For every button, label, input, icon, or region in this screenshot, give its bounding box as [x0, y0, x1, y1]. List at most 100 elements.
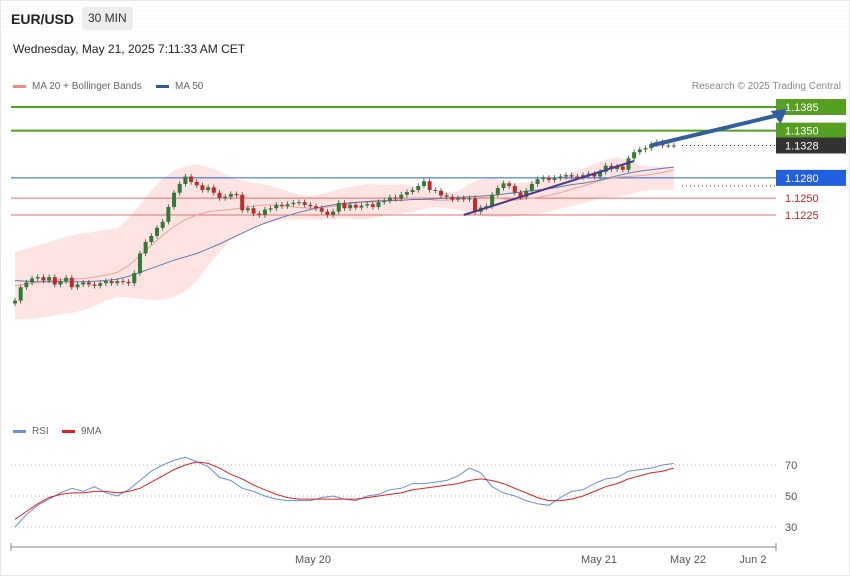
candle-body: [461, 198, 466, 200]
time-tick-label: May 20: [295, 554, 331, 566]
candle-body: [166, 206, 171, 222]
candle-body: [120, 281, 125, 283]
candle-body: [637, 149, 642, 153]
candle-body: [308, 204, 313, 207]
bollinger-band: [15, 157, 674, 320]
candle-body: [552, 177, 557, 180]
candle-body: [109, 281, 114, 284]
candle-body: [206, 187, 211, 191]
candle-body: [444, 195, 449, 197]
candle-body: [126, 281, 131, 284]
candle-body: [47, 277, 52, 281]
candle-body: [643, 148, 648, 150]
candle-body: [404, 192, 409, 195]
candle-body: [262, 209, 267, 215]
candle-body: [189, 176, 194, 182]
candle: [671, 142, 676, 149]
candle-body: [268, 208, 273, 210]
candle-body: [473, 198, 478, 212]
candle-body: [285, 204, 290, 207]
candle-body: [314, 206, 319, 209]
candle-body: [370, 204, 375, 207]
level-label-1.1225: 1.1225: [785, 210, 819, 222]
candle-body: [41, 277, 46, 281]
level-label-1.1350: 1.1350: [785, 126, 819, 138]
candle-body: [257, 213, 262, 215]
candle-body: [103, 281, 108, 284]
candle-body: [143, 242, 148, 254]
candle-body: [507, 183, 512, 186]
candle-body: [416, 185, 421, 191]
time-tick-label: May 22: [670, 554, 706, 566]
candle-body: [620, 166, 625, 170]
candle-body: [137, 253, 142, 274]
price-chart: 1.1385 1.1350 1.1328 1.1280 1.1250 1.1225 30 5…: [10, 99, 846, 566]
candle-body: [132, 273, 137, 284]
bollinger-layer: [15, 157, 674, 320]
level-label-1.1385: 1.1385: [785, 102, 819, 114]
candle-body: [52, 277, 57, 285]
candle-body: [393, 197, 398, 199]
candle-body: [183, 176, 188, 184]
rsi-layer: 30 50 70: [11, 456, 797, 534]
candle-body: [495, 188, 500, 195]
candle-body: [456, 198, 461, 200]
candle-body: [535, 179, 540, 184]
candle-body: [75, 284, 80, 288]
time-tick-label: Jun 2: [740, 554, 767, 566]
candle-body: [399, 194, 404, 199]
candle-body: [297, 202, 301, 204]
candle: [421, 178, 426, 189]
candle-body: [223, 196, 228, 199]
candle-body: [632, 152, 637, 159]
candle-body: [439, 190, 443, 196]
candle-body: [569, 175, 574, 177]
rsi-tick-30: 30: [785, 522, 797, 534]
candle-body: [302, 202, 307, 205]
candle-body: [563, 175, 568, 177]
candle-body: [64, 277, 69, 282]
candle: [637, 146, 642, 155]
candle-body: [376, 202, 381, 207]
candle-body: [410, 190, 415, 193]
candle-body: [336, 202, 341, 212]
candle-body: [194, 181, 199, 186]
level-label-current: 1.1328: [785, 140, 819, 152]
candle-body: [58, 281, 63, 285]
level-label-1.1280: 1.1280: [785, 173, 819, 185]
rsi-tick-50: 50: [785, 491, 797, 503]
candle-body: [331, 211, 336, 215]
candle-body: [387, 197, 392, 201]
candle-body: [365, 204, 370, 206]
candle-body: [160, 221, 165, 228]
candle: [643, 145, 648, 153]
candle-body: [155, 227, 159, 236]
level-label-1.1250: 1.1250: [785, 193, 819, 205]
candle-body: [35, 277, 40, 279]
candle-body: [359, 205, 364, 208]
candle-body: [177, 183, 182, 193]
candle-body: [467, 198, 472, 200]
rsi-tick-70: 70: [785, 460, 797, 472]
candle-body: [240, 194, 245, 211]
candle-body: [217, 192, 222, 199]
candle-body: [427, 181, 432, 191]
candle-body: [200, 185, 205, 191]
candle-body: [13, 300, 17, 304]
candle-body: [541, 177, 546, 180]
candle-body: [81, 282, 86, 285]
candle-body: [501, 183, 506, 188]
candle-body: [490, 194, 495, 207]
candle: [240, 192, 245, 213]
candle-body: [115, 281, 120, 284]
candle-body: [666, 145, 671, 147]
candle: [172, 190, 177, 210]
candle: [166, 204, 171, 225]
candle-body: [348, 204, 353, 209]
candle-body: [274, 204, 279, 209]
candle-body: [30, 278, 35, 283]
candle-body: [69, 277, 74, 288]
candle-body: [279, 204, 284, 207]
candle-body: [92, 284, 97, 286]
candle-body: [228, 194, 233, 197]
